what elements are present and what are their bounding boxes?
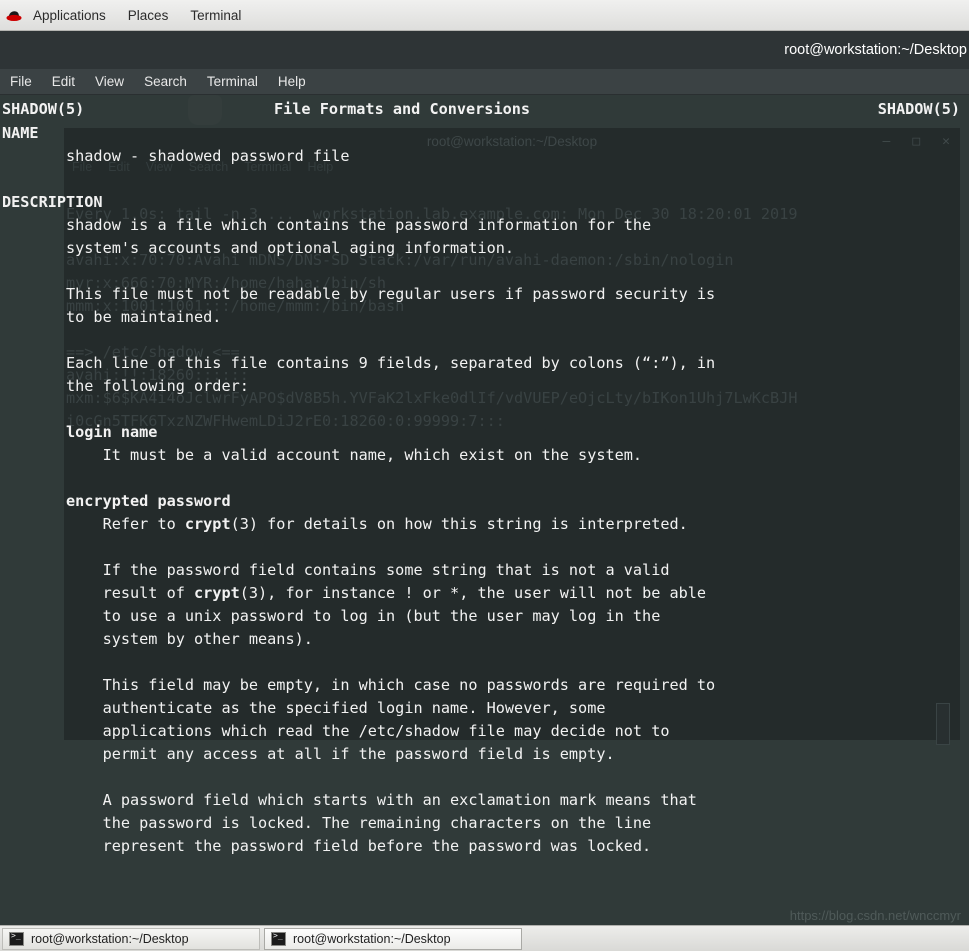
terminal-titlebar[interactable]: root@workstation:~/Desktop	[0, 31, 969, 69]
terminal-content[interactable]: Trash root@workstation:~/Desktop – □ ✕ F…	[0, 95, 969, 905]
man-page-line: NAME	[2, 124, 39, 142]
man-page-line: applications which read the /etc/shadow …	[2, 722, 670, 740]
panel-menu-applications[interactable]: Applications	[22, 0, 117, 31]
menu-help[interactable]: Help	[268, 74, 316, 89]
man-page-bold-term: crypt	[194, 584, 240, 602]
man-page-line: DESCRIPTION	[2, 193, 103, 211]
man-page-line	[2, 329, 969, 352]
menu-search[interactable]: Search	[134, 74, 197, 89]
man-page-line: permit any access at all if the password…	[2, 745, 615, 763]
menu-file[interactable]: File	[0, 74, 42, 89]
man-page-line: shadow is a file which contains the pass…	[2, 216, 652, 234]
man-page-line	[2, 536, 969, 559]
terminal-menubar: File Edit View Search Terminal Help	[0, 69, 969, 95]
taskbar-item-terminal-1[interactable]: root@workstation:~/Desktop	[2, 927, 260, 950]
terminal-icon	[9, 931, 24, 946]
panel-menu-places[interactable]: Places	[117, 0, 180, 31]
man-page-line: Each line of this file contains 9 fields…	[2, 354, 716, 372]
redhat-logo-icon[interactable]	[0, 0, 22, 31]
man-page-line: Refer to crypt(3) for details on how thi…	[2, 515, 688, 533]
man-header-left: SHADOW(5)	[2, 100, 85, 118]
taskbar: root@workstation:~/Desktop root@workstat…	[0, 925, 969, 951]
man-page-line: to use a unix password to log in (but th…	[2, 607, 661, 625]
screen: Applications Places Terminal root@workst…	[0, 0, 969, 951]
man-page-line: represent the password field before the …	[2, 837, 652, 855]
man-page-line: result of crypt(3), for instance ! or *,…	[2, 584, 707, 602]
man-page-line: system's accounts and optional aging inf…	[2, 239, 515, 257]
menu-view[interactable]: View	[85, 74, 134, 89]
gnome-top-panel: Applications Places Terminal	[0, 0, 969, 31]
man-page-line	[2, 398, 969, 421]
man-header-right: SHADOW(5)	[877, 100, 960, 118]
man-page-bold-term: crypt	[184, 515, 231, 533]
taskbar-item-label: root@workstation:~/Desktop	[293, 931, 451, 946]
man-page-line: This file must not be readable by regula…	[2, 285, 716, 303]
man-page-line: system by other means).	[2, 630, 313, 648]
man-header-center: File Formats and Conversions	[274, 100, 531, 118]
man-page-line: A password field which starts with an ex…	[2, 791, 697, 809]
man-page-line: encrypted password	[2, 492, 231, 510]
man-page-line: shadow - shadowed password file	[2, 147, 350, 165]
man-page-line	[2, 260, 969, 283]
man-page-line	[2, 467, 969, 490]
menu-edit[interactable]: Edit	[42, 74, 85, 89]
terminal-icon	[271, 931, 286, 946]
man-page-line: If the password field contains some stri…	[2, 561, 670, 579]
terminal-window-title: root@workstation:~/Desktop	[784, 42, 967, 58]
man-page-line: login name	[2, 423, 158, 441]
man-page-line: authenticate as the specified login name…	[2, 699, 606, 717]
man-page-line: to be maintained.	[2, 308, 222, 326]
taskbar-item-terminal-2[interactable]: root@workstation:~/Desktop	[264, 927, 522, 950]
man-page-header: SHADOW(5) File Formats and Conversions S…	[0, 98, 969, 121]
man-page-line: This field may be empty, in which case n…	[2, 676, 716, 694]
watermark: https://blog.csdn.net/wnccmyr	[789, 908, 961, 923]
man-page-line: It must be a valid account name, which e…	[2, 446, 643, 464]
taskbar-item-label: root@workstation:~/Desktop	[31, 931, 189, 946]
man-page-line: the following order:	[2, 377, 249, 395]
man-page-line: the password is locked. The remaining ch…	[2, 814, 652, 832]
man-page-line	[2, 168, 969, 191]
man-page-body: NAME shadow - shadowed password file DES…	[0, 122, 969, 858]
panel-menu-terminal[interactable]: Terminal	[179, 0, 252, 31]
man-page-line	[2, 651, 969, 674]
man-page-line	[2, 766, 969, 789]
menu-terminal[interactable]: Terminal	[197, 74, 268, 89]
